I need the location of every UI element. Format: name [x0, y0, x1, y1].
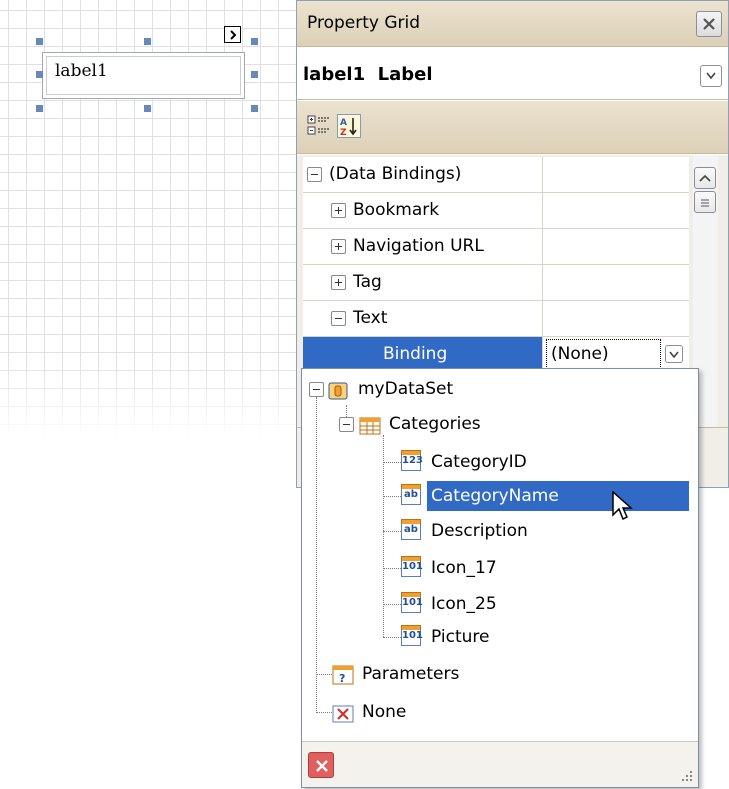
- svg-text:?: ?: [339, 672, 345, 685]
- tree-node-label: CategoryID: [431, 452, 527, 472]
- label-control-text: label1: [46, 56, 241, 95]
- clear-binding-button[interactable]: [308, 752, 334, 778]
- property-value[interactable]: [542, 301, 689, 336]
- tree-connector: [383, 637, 401, 638]
- svg-text:Z: Z: [340, 128, 347, 137]
- binary-field-icon: 101: [401, 625, 423, 646]
- alphabetical-view-button[interactable]: A Z: [337, 114, 361, 138]
- numeric-field-icon: 123: [401, 450, 423, 471]
- close-icon: [703, 18, 715, 30]
- property-name: Text: [353, 308, 388, 328]
- report-design-surface[interactable]: label1: [0, 0, 296, 440]
- property-grid-title: Property Grid: [297, 1, 728, 47]
- parameters-icon: ?: [332, 665, 354, 685]
- binary-field-icon: 101: [401, 592, 423, 613]
- tree-connector: [383, 462, 401, 463]
- database-icon: [328, 380, 348, 400]
- property-grid-toolbar: A Z: [297, 101, 728, 154]
- tree-node-label: None: [362, 702, 407, 722]
- property-name: (Data Bindings): [329, 164, 462, 184]
- grip-icon: [701, 199, 709, 207]
- property-row-tag[interactable]: Tag: [303, 265, 689, 301]
- binding-dropdown-button[interactable]: [665, 345, 683, 363]
- property-value[interactable]: [542, 193, 689, 228]
- tree-connector: [383, 496, 401, 497]
- property-value[interactable]: [542, 229, 689, 264]
- collapse-icon[interactable]: [339, 417, 354, 432]
- selection-handle[interactable]: [251, 38, 258, 45]
- popup-footer: [302, 741, 698, 787]
- close-icon: [316, 760, 328, 772]
- table-icon: [359, 415, 381, 435]
- property-name: Navigation URL: [353, 236, 484, 256]
- expand-icon[interactable]: [331, 275, 346, 290]
- none-icon: [332, 703, 354, 723]
- property-row-navigation-url[interactable]: Navigation URL: [303, 229, 689, 265]
- tree-node-label: Icon_25: [431, 594, 497, 614]
- chevron-right-icon: [230, 30, 237, 40]
- smart-tag-button[interactable]: [224, 26, 241, 43]
- selection-handle[interactable]: [144, 105, 151, 112]
- string-field-icon: ab: [401, 519, 421, 540]
- expand-icon[interactable]: [331, 239, 346, 254]
- binary-field-icon: 101: [401, 556, 423, 577]
- binding-value-editor[interactable]: (None): [542, 337, 689, 372]
- label-control[interactable]: label1: [42, 52, 245, 99]
- sort-alphabetical-icon: A Z: [340, 118, 357, 138]
- tree-node-field-selected[interactable]: ab CategoryName: [401, 481, 689, 511]
- property-name: Binding: [383, 344, 448, 364]
- tree-connector: [383, 604, 401, 605]
- tree-node-label: Description: [431, 521, 528, 541]
- categorized-icon: [307, 115, 329, 135]
- tree-connector: [316, 397, 317, 713]
- tree-node-label: Picture: [431, 627, 490, 647]
- chevron-up-icon: [699, 174, 711, 182]
- selection-handle[interactable]: [251, 105, 258, 112]
- collapse-icon[interactable]: [309, 382, 324, 397]
- tree-connector: [383, 531, 401, 532]
- tree-node-label: Parameters: [362, 664, 460, 684]
- expand-icon[interactable]: [331, 203, 346, 218]
- property-name-cell: Binding: [303, 337, 542, 372]
- tree-node-label: Categories: [389, 414, 481, 434]
- object-selector-dropdown[interactable]: [700, 65, 722, 87]
- selection-handle[interactable]: [144, 38, 151, 45]
- property-row-data-bindings[interactable]: (Data Bindings): [303, 157, 689, 193]
- binding-popup: myDataSet Categories 123 CategoryID ab C…: [301, 368, 699, 788]
- property-row-bookmark[interactable]: Bookmark: [303, 193, 689, 229]
- tree-connector: [383, 568, 401, 569]
- selected-object-name: label1 Label: [303, 64, 433, 85]
- selection-handle[interactable]: [36, 105, 43, 112]
- property-value[interactable]: [542, 157, 689, 192]
- chevron-down-icon: [669, 351, 679, 359]
- tree-node-label: myDataSet: [358, 379, 454, 399]
- property-name: Bookmark: [353, 200, 440, 220]
- svg-text:A: A: [340, 118, 347, 128]
- collapse-icon[interactable]: [307, 167, 322, 182]
- collapse-icon[interactable]: [331, 311, 346, 326]
- selection-handle[interactable]: [36, 38, 43, 45]
- property-name: Tag: [353, 272, 382, 292]
- categorized-view-button[interactable]: [307, 114, 331, 138]
- scroll-thumb[interactable]: [694, 191, 716, 213]
- close-button[interactable]: [696, 11, 722, 37]
- mouse-cursor-icon: [612, 491, 633, 521]
- property-row-text[interactable]: Text: [303, 301, 689, 337]
- selection-handle[interactable]: [251, 71, 258, 78]
- chevron-down-icon: [706, 72, 716, 80]
- tree-connector: [383, 435, 384, 637]
- property-value[interactable]: [542, 265, 689, 300]
- selection-handle[interactable]: [36, 71, 43, 78]
- tree-node-label: CategoryName: [427, 481, 689, 511]
- resize-grip-icon[interactable]: [680, 769, 694, 783]
- string-field-icon: ab: [401, 484, 421, 505]
- tree-node-label: Icon_17: [431, 558, 497, 578]
- tree-connector: [316, 712, 332, 713]
- scroll-up-button[interactable]: [694, 167, 716, 189]
- tree-connector: [316, 674, 332, 675]
- object-selector[interactable]: label1 Label: [297, 47, 728, 100]
- binding-value[interactable]: (None): [546, 339, 661, 369]
